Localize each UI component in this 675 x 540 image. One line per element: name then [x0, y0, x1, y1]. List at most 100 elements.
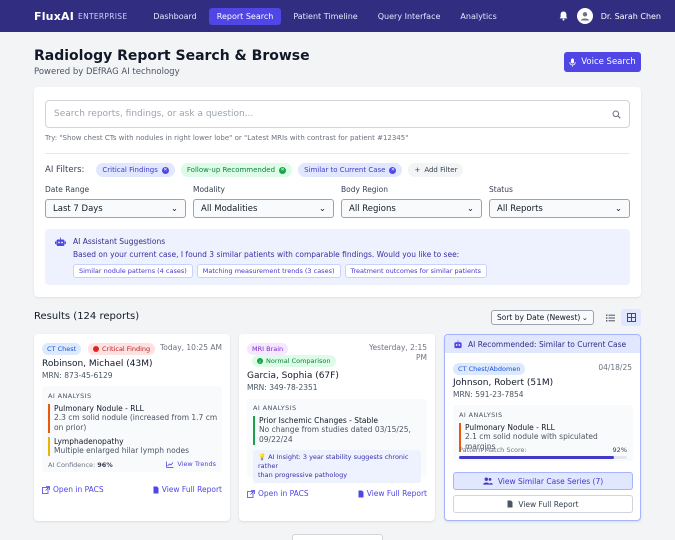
report-date: Yesterday, 2:15 [368, 343, 427, 352]
flag-label: Critical Finding [102, 345, 151, 353]
microphone-icon [569, 58, 576, 67]
filter-chip-follow-up[interactable]: Follow-up Recommended ✕ [180, 163, 293, 177]
finding-desc: 2.3 cm solid nodule (increased from 1.7 … [54, 413, 218, 422]
modality-tag: CT Chest [42, 343, 82, 355]
report-date: 04/18/25 [598, 363, 632, 372]
view-full-report-label: View Full Report [161, 485, 222, 494]
ai-analysis-title: AI ANALYSIS [48, 392, 92, 400]
view-trends-label: View Trends [177, 460, 216, 468]
suggestion-treatment-outcomes[interactable]: Treatment outcomes for similar patients [344, 264, 487, 278]
ai-suggestions-title: AI Assistant Suggestions [73, 237, 166, 246]
page-header: Radiology Report Search & Browse Powered… [34, 48, 310, 77]
report-card[interactable]: CT Chest Critical Finding Today, 10:25 A… [34, 334, 230, 521]
pattern-match-label: Pattern Match Score: [459, 446, 527, 454]
list-view-button[interactable] [600, 309, 620, 326]
status-select[interactable]: All Reports ⌄ [489, 199, 630, 218]
chart-line-icon [166, 461, 174, 468]
divider [45, 153, 630, 154]
voice-search-button[interactable]: Voice Search [564, 52, 641, 72]
ai-analysis: AI ANALYSIS Pulmonary Nodule - RLL 2.1 c… [453, 405, 633, 461]
close-icon[interactable]: ✕ [389, 166, 397, 174]
search-icon[interactable] [612, 110, 621, 119]
page-subtitle: Powered by DEfRAG AI technology [34, 67, 180, 77]
close-icon[interactable]: ✕ [161, 166, 169, 174]
view-full-report-label: View Full Report [518, 499, 579, 509]
select-value: Last 7 Days [53, 203, 103, 214]
body-region-select[interactable]: All Regions ⌄ [341, 199, 482, 218]
chevron-down-icon: ⌄ [581, 313, 588, 322]
robot-icon [454, 339, 462, 348]
ai-confidence: AI Confidence: 96% [48, 461, 113, 469]
finding-desc: on prior) [54, 423, 87, 432]
suggestion-measurement-trends[interactable]: Matching measurement trends (3 cases) [196, 264, 341, 278]
critical-finding-tag: Critical Finding [88, 343, 156, 355]
pattern-match-value: 92% [612, 446, 627, 454]
sort-select[interactable]: Sort by Date (Newest) ⌄ [491, 310, 594, 325]
date-range-filter: Date Range Last 7 Days ⌄ [45, 185, 186, 218]
filter-chip-similar[interactable]: Similar to Current Case ✕ [298, 163, 403, 177]
normal-comparison-tag: ✓ Normal Comparison [252, 355, 336, 367]
suggestion-similar-nodules[interactable]: Similar nodule patterns (4 cases) [73, 264, 193, 278]
grid-icon [626, 313, 636, 322]
top-nav: FluxAI ENTERPRISE Dashboard Report Searc… [0, 0, 675, 32]
avatar[interactable] [576, 8, 593, 24]
lightbulb-icon: 💡 [258, 453, 267, 461]
open-pacs-link[interactable]: Open in PACS [247, 489, 309, 498]
view-full-report-link[interactable]: View Full Report [153, 485, 222, 494]
recommended-report-card[interactable]: AI Recommended: Similar to Current Case … [444, 334, 641, 521]
patient-mrn: MRN: 873-45-6129 [42, 371, 113, 380]
finding-title: Lymphadenopathy [54, 437, 124, 446]
finding-desc: Multiple enlarged hilar lymph nodes [54, 446, 190, 455]
finding-title: Pulmonary Nodule - RLL [465, 423, 555, 432]
ai-suggestions: AI Assistant Suggestions Based on your c… [45, 229, 630, 285]
view-full-report-link[interactable]: View Full Report [358, 489, 427, 498]
filter-chip-critical[interactable]: Critical Findings ✕ [96, 163, 175, 177]
confidence-label: AI Confidence: [48, 461, 96, 469]
view-trends-link[interactable]: View Trends [166, 460, 216, 468]
load-more-button[interactable] [292, 534, 383, 540]
open-pacs-link[interactable]: Open in PACS [42, 485, 104, 494]
report-card[interactable]: MRI Brain ✓ Normal Comparison Yesterday,… [239, 334, 435, 521]
modality-select[interactable]: All Modalities ⌄ [193, 199, 334, 218]
modality-label: Modality [193, 185, 225, 194]
close-icon[interactable]: ✕ [279, 166, 287, 174]
finding-title: Prior Ischemic Changes - Stable [259, 416, 378, 425]
bell-icon[interactable] [559, 11, 569, 21]
view-similar-cases-label: View Similar Case Series (7) [497, 476, 604, 486]
search-hint: Try: "Show chest CTs with nodules in rig… [45, 134, 409, 142]
report-time: PM [416, 353, 427, 362]
finding-title: Pulmonary Nodule - RLL [54, 404, 144, 413]
modality-tag: MRI Brain [247, 343, 289, 355]
select-value: All Regions [349, 203, 396, 214]
nav-report-search[interactable]: Report Search [208, 7, 282, 25]
nav-query-interface[interactable]: Query Interface [370, 8, 449, 25]
modality-tag: CT Chest/Abdomen [453, 363, 526, 375]
view-full-report-button[interactable]: View Full Report [453, 495, 633, 513]
filter-chip-label: Follow-up Recommended [186, 166, 276, 174]
grid-view-button[interactable] [621, 309, 641, 326]
view-similar-cases-button[interactable]: View Similar Case Series (7) [453, 472, 633, 490]
external-link-icon [247, 489, 255, 498]
user-name[interactable]: Dr. Sarah Chen [601, 12, 661, 21]
external-link-icon [42, 485, 50, 494]
chevron-down-icon: ⌄ [318, 203, 326, 214]
ai-insight-line: 💡 AI Insight: 3 year stability suggests … [258, 453, 416, 471]
ai-insight: 💡 AI Insight: 3 year stability suggests … [253, 450, 421, 483]
pattern-match-fill [459, 456, 614, 459]
search-input[interactable]: Search reports, findings, or ask a quest… [45, 100, 630, 128]
date-range-select[interactable]: Last 7 Days ⌄ [45, 199, 186, 218]
search-panel: Search reports, findings, or ask a quest… [34, 87, 641, 297]
nav-analytics[interactable]: Analytics [452, 8, 504, 25]
ai-insight-text: than progressive pathology [258, 471, 348, 479]
add-filter-button[interactable]: + Add Filter [408, 163, 464, 177]
ai-filters: AI Filters: Critical Findings ✕ Follow-u… [45, 163, 464, 177]
chevron-down-icon: ⌄ [466, 203, 474, 214]
finding-desc: No change from studies dated 03/15/25, [259, 425, 411, 434]
brand-logo[interactable]: FluxAI [34, 10, 74, 23]
patient-mrn: MRN: 591-23-7854 [453, 390, 524, 399]
ai-filters-label: AI Filters: [45, 165, 85, 175]
patient-name: Johnson, Robert (51M) [453, 378, 554, 388]
status-label: Status [489, 185, 513, 194]
nav-dashboard[interactable]: Dashboard [145, 8, 204, 25]
nav-patient-timeline[interactable]: Patient Timeline [285, 8, 365, 25]
